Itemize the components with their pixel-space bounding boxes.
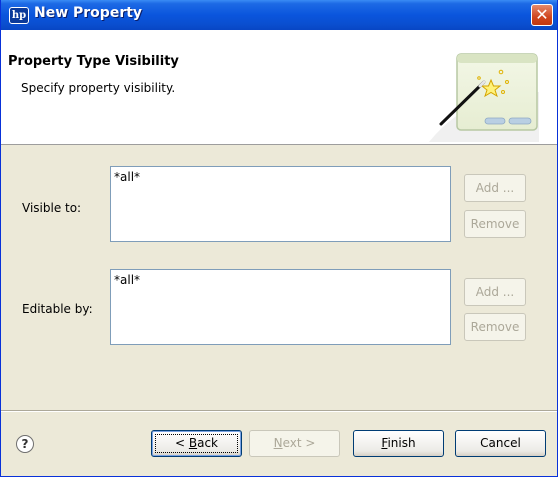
editable-by-list-item[interactable]: *all* [114,273,140,287]
next-button-label: Next > [273,436,316,450]
close-button[interactable]: ✕ [531,4,553,26]
window-title: New Property [34,5,143,21]
editable-by-label: Editable by: [22,302,93,316]
finish-button[interactable]: Finish [353,430,444,457]
page-title: Property Type Visibility [8,54,179,69]
editable-by-list[interactable]: *all* [110,269,451,345]
cancel-button-label: Cancel [480,436,521,450]
visible-to-label: Visible to: [22,201,82,215]
page-description: Specify property visibility. [21,81,176,95]
wizard-header: Property Type Visibility Specify propert… [1,30,557,145]
cancel-button[interactable]: Cancel [455,430,546,457]
next-button[interactable]: Next > [249,430,340,457]
help-button[interactable]: ? [16,435,34,453]
visible-to-list[interactable]: *all* [110,166,451,242]
close-icon: ✕ [535,5,549,24]
title-bar[interactable]: hp New Property ✕ [1,0,557,30]
back-button[interactable]: < Back [151,430,242,457]
magic-wand-wizard-icon [429,53,539,142]
visible-to-list-item[interactable]: *all* [114,170,140,184]
footer-separator [1,410,557,412]
visible-to-remove-button[interactable]: Remove [464,210,526,238]
finish-button-label: Finish [381,436,416,450]
editable-by-remove-button[interactable]: Remove [464,313,526,341]
hp-logo-icon: hp [9,7,29,24]
visible-to-add-button[interactable]: Add ... [464,174,526,202]
editable-by-add-button[interactable]: Add ... [464,278,526,306]
new-property-dialog: hp New Property ✕ Property Type Visibili… [0,0,558,477]
help-icon: ? [21,437,29,451]
focus-rectangle [155,434,238,453]
